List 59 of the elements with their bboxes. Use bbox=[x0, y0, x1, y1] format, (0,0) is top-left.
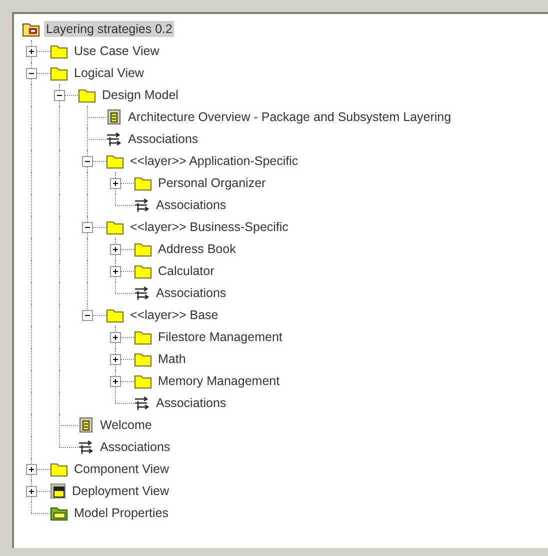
collapse-toggle[interactable] bbox=[54, 90, 65, 101]
folder-icon bbox=[106, 219, 124, 235]
collapse-toggle[interactable] bbox=[82, 310, 93, 321]
expand-toggle[interactable] bbox=[26, 486, 37, 497]
arrows-icon bbox=[134, 395, 150, 411]
tree-item[interactable]: Component View bbox=[72, 461, 171, 477]
folder-icon bbox=[50, 43, 68, 59]
tree-item[interactable]: Design Model bbox=[100, 87, 180, 103]
tree-item[interactable]: Associations bbox=[154, 285, 228, 301]
tree-item[interactable]: Calculator bbox=[156, 263, 216, 279]
collapse-toggle[interactable] bbox=[82, 222, 93, 233]
folder-icon bbox=[50, 505, 68, 521]
tree-item[interactable]: Associations bbox=[98, 439, 172, 455]
folder-icon bbox=[78, 87, 96, 103]
folder-icon bbox=[134, 241, 152, 257]
tree-item[interactable]: Layering strategies 0.2 bbox=[44, 21, 174, 37]
expand-toggle[interactable] bbox=[26, 46, 37, 57]
document-icon bbox=[106, 109, 122, 125]
folder-icon bbox=[134, 373, 152, 389]
tree-item[interactable]: Personal Organizer bbox=[156, 175, 268, 191]
tree-item[interactable]: <<layer>> Base bbox=[128, 307, 220, 323]
tree-item[interactable]: Use Case View bbox=[72, 43, 162, 59]
tree-item[interactable]: Memory Management bbox=[156, 373, 282, 389]
tree-item[interactable]: Architecture Overview - Package and Subsystem Layering bbox=[126, 109, 454, 125]
tree-item[interactable]: Filestore Management bbox=[156, 329, 284, 345]
expand-toggle[interactable] bbox=[110, 354, 121, 365]
tree-item[interactable]: Welcome bbox=[98, 417, 154, 433]
expand-toggle[interactable] bbox=[110, 332, 121, 343]
arrows-icon bbox=[78, 439, 94, 455]
collapse-toggle[interactable] bbox=[82, 156, 93, 167]
tree-item[interactable]: <<layer>> Application-Specific bbox=[128, 153, 300, 169]
tree-item[interactable]: Math bbox=[156, 351, 188, 367]
folder-icon bbox=[134, 263, 152, 279]
arrows-icon bbox=[106, 131, 122, 147]
expand-toggle[interactable] bbox=[110, 178, 121, 189]
arrows-icon bbox=[134, 285, 150, 301]
tree-item[interactable]: Logical View bbox=[72, 65, 146, 81]
tree-item[interactable]: Address Book bbox=[156, 241, 238, 257]
expand-toggle[interactable] bbox=[110, 244, 121, 255]
expand-toggle[interactable] bbox=[110, 376, 121, 387]
folder-icon bbox=[134, 175, 152, 191]
expand-toggle[interactable] bbox=[26, 464, 37, 475]
expand-toggle[interactable] bbox=[110, 266, 121, 277]
folder-icon bbox=[134, 351, 152, 367]
folder-icon bbox=[50, 65, 68, 81]
package-icon bbox=[22, 21, 40, 37]
tree-item[interactable]: Associations bbox=[154, 395, 228, 411]
tree-item[interactable]: <<layer>> Business-Specific bbox=[128, 219, 290, 235]
tree-item[interactable]: Associations bbox=[126, 131, 200, 147]
arrows-icon bbox=[134, 197, 150, 213]
folder-icon bbox=[106, 153, 124, 169]
document-icon bbox=[78, 417, 94, 433]
tree-item[interactable]: Model Properties bbox=[72, 505, 170, 521]
folder-icon bbox=[50, 461, 68, 477]
folder-icon bbox=[106, 307, 124, 323]
tree-item[interactable]: Deployment View bbox=[70, 483, 172, 499]
folder-icon bbox=[134, 329, 152, 345]
tree-item[interactable]: Associations bbox=[154, 197, 228, 213]
collapse-toggle[interactable] bbox=[26, 68, 37, 79]
